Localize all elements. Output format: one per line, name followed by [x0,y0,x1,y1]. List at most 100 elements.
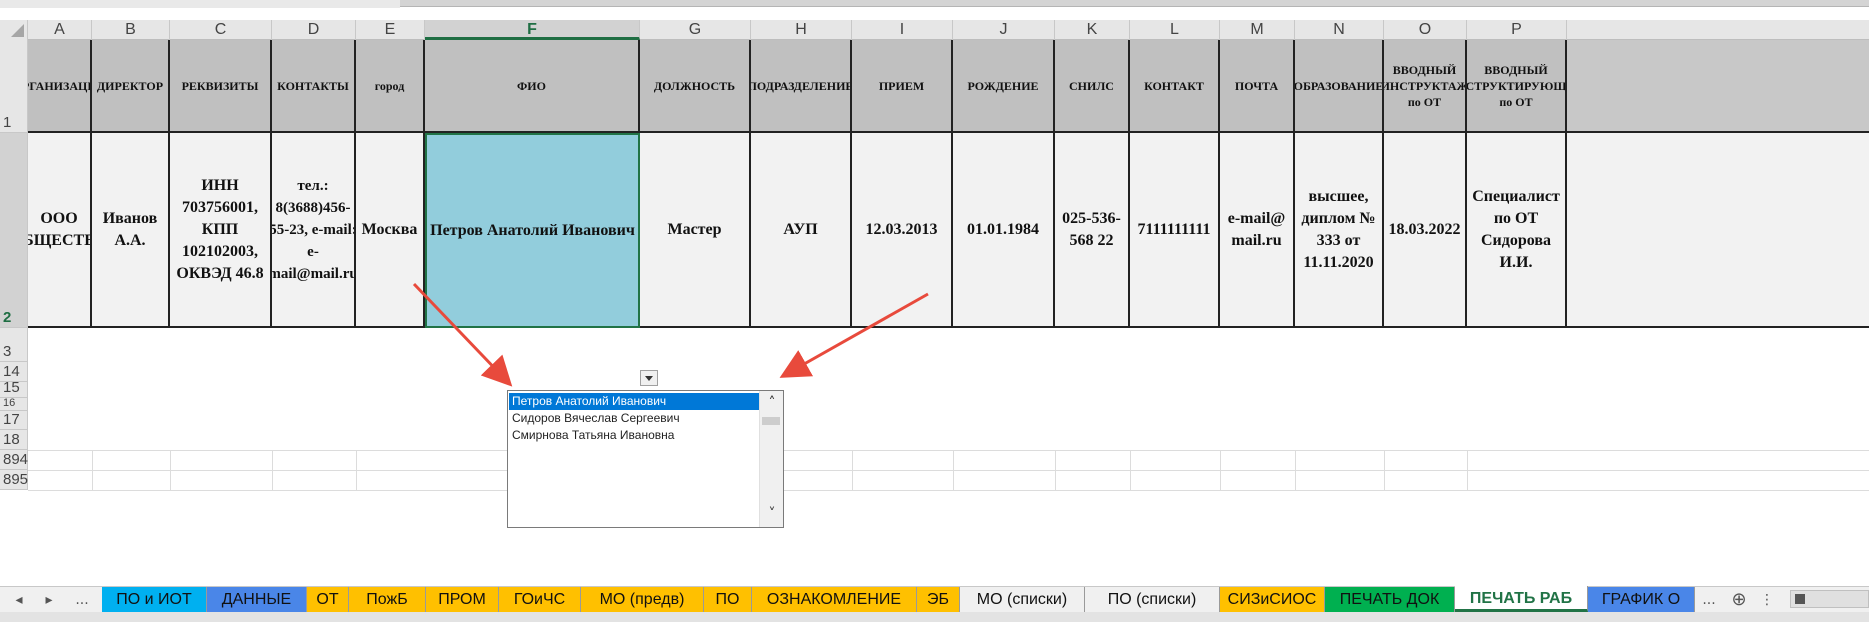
dropdown-option[interactable]: Смирнова Татьяна Ивановна [509,427,759,444]
cell-p2[interactable]: Специалист по ОТ Сидорова И.И. [1467,133,1567,328]
cell-q2[interactable] [1567,133,1869,328]
cell-l2[interactable]: 7111111111 [1130,133,1220,328]
cell-c2[interactable]: ИНН 703756001, КПП 102102003, ОКВЭД 46.8 [170,133,272,328]
cell-m1[interactable]: ПОЧТА [1220,40,1295,133]
select-all-corner[interactable] [0,20,28,40]
cell-f1[interactable]: ФИО [425,40,640,133]
col-header-e[interactable]: E [356,20,425,40]
row-header-2[interactable]: 2 [0,133,28,328]
more-tabs-left[interactable]: ... [70,587,94,613]
cell-h2[interactable]: АУП [751,133,852,328]
row-header-18[interactable]: 18 [0,430,28,450]
col-header-b[interactable]: B [92,20,170,40]
cell-b1[interactable]: ДИРЕКТОР [92,40,170,133]
col-header-m[interactable]: M [1220,20,1295,40]
col-header-i[interactable]: I [852,20,953,40]
cell-k1[interactable]: СНИЛС [1055,40,1130,133]
cell-n1[interactable]: ОБРАЗОВАНИЕ [1295,40,1384,133]
status-bar [0,612,1869,622]
sheet-tab[interactable]: ДАННЫЕ [207,587,307,612]
scrollbar-thumb[interactable] [762,417,780,425]
sheet-tab[interactable]: ПО (списки) [1085,587,1220,612]
options-icon[interactable]: ⋮ [1757,587,1777,613]
col-header-a[interactable]: A [28,20,92,40]
dropdown-option[interactable]: Сидоров Вячеслав Сергеевич [509,410,759,427]
sheet-tab[interactable]: ОЗНАКОМЛЕНИЕ [752,587,917,612]
cell-i1[interactable]: ПРИЕМ [852,40,953,133]
row-header-3[interactable]: 3 [0,328,28,362]
scroll-left-icon[interactable] [1795,594,1805,604]
cell-e2[interactable]: Москва [356,133,425,328]
tab-scroll-right-icon[interactable]: ▸ [40,587,58,613]
sheet-tab[interactable]: МО (предв) [581,587,704,612]
more-tabs-right[interactable]: ... [1697,587,1721,613]
chevron-down-icon [645,376,653,381]
row-header-1[interactable]: 1 [0,40,28,133]
sheet-tab[interactable]: ПожБ [349,587,426,612]
sheet-tab[interactable]: ПРОМ [426,587,499,612]
cell-l1[interactable]: КОНТАКТ [1130,40,1220,133]
horizontal-scrollbar[interactable] [1790,590,1869,608]
row-header-894[interactable]: 894 [0,450,28,470]
tab-scroll-left-icon[interactable]: ◂ [10,587,28,613]
cell-g1[interactable]: ДОЛЖНОСТЬ [640,40,751,133]
cell-b2[interactable]: Иванов А.А. [92,133,170,328]
cell-k2[interactable]: 025-536-568 22 [1055,133,1130,328]
dropdown-scrollbar[interactable]: ˄ ˅ [759,391,783,527]
sheet-tab-active[interactable]: ПЕЧАТЬ РАБ [1455,586,1588,612]
col-header-p[interactable]: P [1467,20,1567,40]
cell-j2[interactable]: 01.01.1984 [953,133,1055,328]
row-header-15[interactable]: 15 [0,379,28,398]
dropdown-button[interactable] [640,370,658,386]
cell-d1[interactable]: КОНТАКТЫ [272,40,356,133]
cell-p1[interactable]: ВВОДНЫЙ ИНСТРУКТИРУЮЩИЙ по ОТ [1467,40,1567,133]
sheet-tab[interactable]: ГРАФИК О [1588,587,1695,612]
col-header-n[interactable]: N [1295,20,1384,40]
row-header-16[interactable]: 16 [0,397,28,411]
row-header-895[interactable]: 895 [0,470,28,490]
sheet-tab[interactable]: ПО [704,587,752,612]
cell-i2[interactable]: 12.03.2013 [852,133,953,328]
row-number: 895 [3,471,29,488]
cell-m2[interactable]: e-mail@mail.ru [1220,133,1295,328]
col-header-g[interactable]: G [640,20,751,40]
col-header-h[interactable]: H [751,20,852,40]
row-header-17[interactable]: 17 [0,411,28,430]
col-header-k[interactable]: K [1055,20,1130,40]
cell-c1[interactable]: РЕКВИЗИТЫ [170,40,272,133]
col-header-d[interactable]: D [272,20,356,40]
sheet-tab-bar: ◂ ▸ ... ПО и ИОТ ДАННЫЕ ОТ ПожБ ПРОМ ГОи… [0,586,1869,612]
col-header-j[interactable]: J [953,20,1055,40]
row-number: 894 [3,451,29,468]
cell-f2-active[interactable]: Петров Анатолий Иванович [425,133,640,328]
cell-d2[interactable]: тел.: 8(3688)456-55-23, e-mail: e-mail@m… [272,133,356,328]
cell-e1[interactable]: город [356,40,425,133]
sheet-tab[interactable]: ГОиЧС [499,587,581,612]
sheet-tab[interactable]: МО (списки) [960,587,1085,612]
cell-j1[interactable]: РОЖДЕНИЕ [953,40,1055,133]
sheet-tab[interactable]: ЭБ [917,587,960,612]
cell-a1[interactable]: ОРГАНИЗАЦИЯ [28,40,92,133]
cell-q1[interactable] [1567,40,1869,133]
dropdown-list[interactable]: Петров Анатолий Иванович Сидоров Вячесла… [507,390,784,528]
col-header-c[interactable]: C [170,20,272,40]
formula-bar-edge [400,0,1869,7]
cell-n2[interactable]: высшее, диплом № 333 от 11.11.2020 [1295,133,1384,328]
sheet-tab[interactable]: ОТ [307,587,349,612]
gridline [1130,450,1131,490]
cell-g2[interactable]: Мастер [640,133,751,328]
chevron-down-icon[interactable]: ˅ [765,507,779,521]
dropdown-option[interactable]: Петров Анатолий Иванович [509,393,759,410]
col-header-l[interactable]: L [1130,20,1220,40]
cell-a2[interactable]: ООО "ОБЩЕСТВО" [28,133,92,328]
add-sheet-icon[interactable]: ⊕ [1727,587,1751,613]
col-header-o[interactable]: O [1384,20,1467,40]
cell-o2[interactable]: 18.03.2022 [1384,133,1467,328]
chevron-up-icon[interactable]: ˄ [765,396,779,410]
sheet-tab[interactable]: ПО и ИОТ [102,587,207,612]
cell-h1[interactable]: ПОДРАЗДЕЛЕНИЕ [751,40,852,133]
cell-o1[interactable]: ВВОДНЫЙ ИНСТРУКТАЖ по ОТ [1384,40,1467,133]
sheet-tab[interactable]: ПЕЧАТЬ ДОК [1325,587,1455,612]
sheet-tab[interactable]: СИЗиСИОС [1220,587,1325,612]
col-header-f[interactable]: F [425,20,640,40]
